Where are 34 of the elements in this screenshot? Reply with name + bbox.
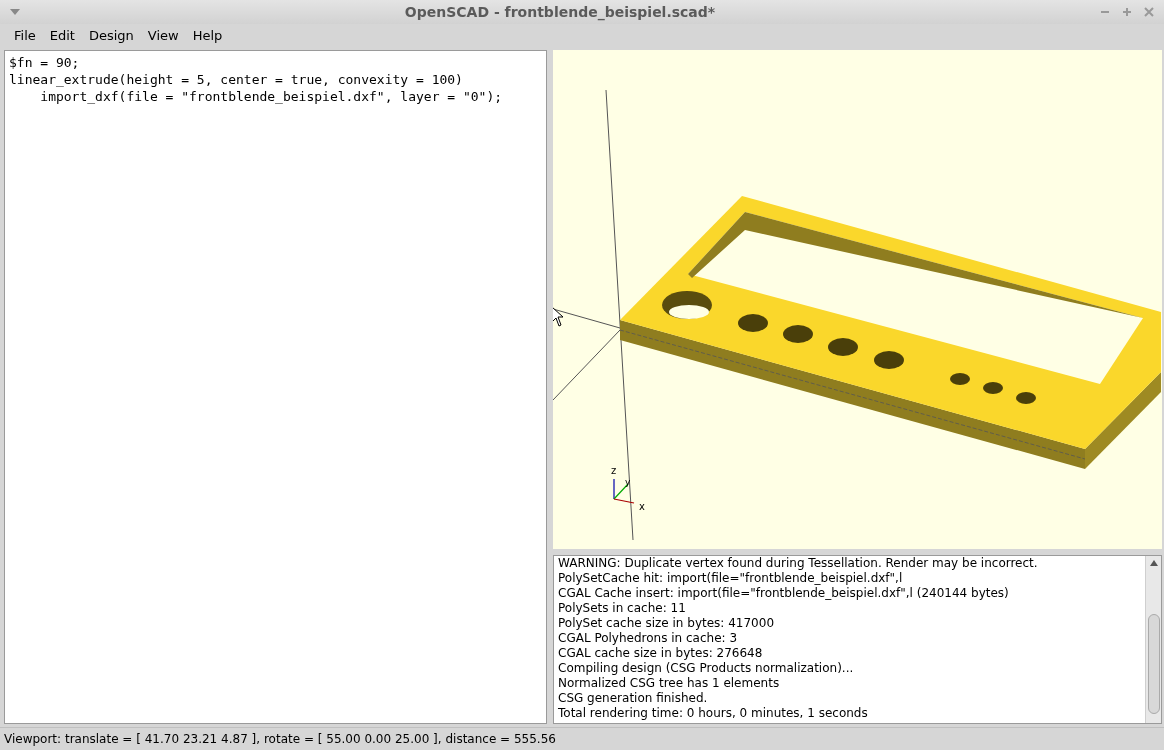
axis-label: x bbox=[639, 502, 645, 512]
close-icon[interactable] bbox=[1144, 7, 1154, 17]
axis-indicator-icon bbox=[613, 478, 635, 504]
code-line: import_dxf(file = "frontblende_beispiel.dxf", layer = "0"); bbox=[39, 88, 503, 105]
scroll-up-icon[interactable] bbox=[1149, 560, 1158, 566]
console-line: PolySet cache size in bytes: 417000 bbox=[558, 616, 775, 631]
axis-label: y bbox=[625, 478, 631, 487]
menu-item[interactable]: Design bbox=[82, 26, 140, 46]
window-menu-icon[interactable] bbox=[10, 9, 20, 15]
mouse-cursor-icon bbox=[553, 306, 564, 327]
code-editor[interactable]: $fn = 90; linear_extrude(height = 5, center = true, convexity = 100) import_dxf(file = "frontblende_beispiel.dxf", layer = "0"); bbox=[4, 50, 547, 724]
console-line: CSG generation finished. bbox=[558, 691, 708, 706]
code-line: linear_extrude(height = 5, center = true, convexity = 100) bbox=[9, 71, 463, 88]
maximize-icon[interactable] bbox=[1122, 7, 1132, 17]
window-title: OpenSCAD - frontblende_beispiel.scad* bbox=[403, 2, 717, 23]
menu-item[interactable]: View bbox=[141, 26, 185, 46]
status-bar: Viewport: translate = [ 41.70 23.21 4.87 ], rotate = [ 55.00 0.00 25.00 ], distance = 555.56 bbox=[0, 727, 1164, 750]
console-line: PolySetCache hit: import(file="frontblende_beispiel.dxf",l bbox=[558, 571, 903, 586]
menu-item[interactable]: File bbox=[8, 26, 42, 46]
console-line: WARNING: Duplicate vertex found during Tessellation. Render may be incorrect. bbox=[558, 556, 1038, 571]
menu-item[interactable]: Edit bbox=[43, 26, 81, 46]
console-line: PolySets in cache: 11 bbox=[558, 601, 686, 616]
scrollbar[interactable] bbox=[1145, 556, 1161, 723]
console-line: CGAL Cache insert: import(file="frontblende_beispiel.dxf",l (240144 bytes) bbox=[558, 586, 1009, 601]
console-line: CGAL Polyhedrons in cache: 3 bbox=[558, 631, 738, 646]
menu-item[interactable]: Help bbox=[186, 26, 229, 46]
console-line: Normalized CSG tree has 1 elements bbox=[558, 676, 780, 691]
scroll-thumb[interactable] bbox=[1147, 614, 1160, 714]
code-line: $fn = 90; bbox=[9, 54, 80, 71]
console-line: Compiling design (CSG Products normalization)... bbox=[558, 661, 854, 676]
console-line: Total rendering time: 0 hours, 0 minutes, 1 seconds bbox=[558, 706, 868, 721]
3d-viewport[interactable]: z y x bbox=[553, 50, 1162, 549]
console-line: CGAL cache size in bytes: 276648 bbox=[558, 646, 763, 661]
axis-label: z bbox=[611, 466, 617, 476]
